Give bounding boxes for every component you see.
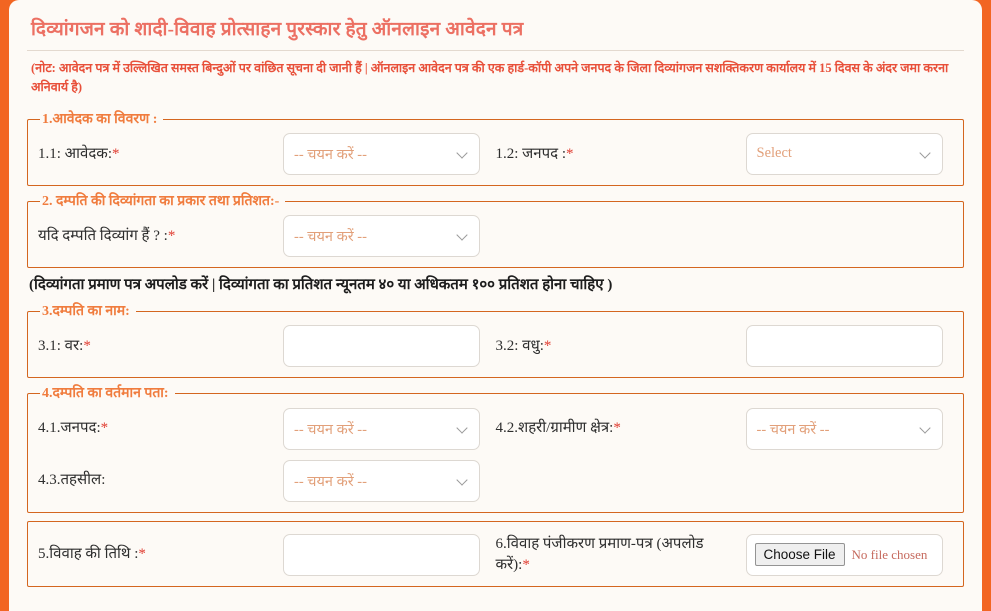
form-field-left: 3.1: वर:*: [38, 325, 496, 368]
required-marker: *: [167, 228, 176, 245]
form-field-right: 4.2.शहरी/ग्रामीण क्षेत्र:* -- चयन करें --: [496, 407, 954, 450]
section-legend: 4.दम्पति का वर्तमान पता:: [42, 386, 169, 402]
field-label-text: 1.1: आवेदक:: [38, 145, 112, 162]
field-control: [283, 533, 496, 576]
form-field-right: 6.विवाह पंजीकरण प्रमाण-पत्र (अपलोड करें)…: [496, 533, 954, 576]
field-control: Select: [745, 132, 954, 175]
field-label-text: यदि दम्पति दिव्यांग हैं ? :: [38, 228, 168, 245]
chevron-down-icon: [457, 230, 469, 242]
field-control: -- चयन करें --: [283, 407, 496, 450]
section-3: 3.दम्पति का नाम: 3.1: वर:* 3.2: वधु:*: [27, 303, 964, 379]
field-label-text: 4.3.तहसील:: [38, 472, 106, 489]
page-title: दिव्यांगजन को शादी-विवाह प्रोत्साहन पुरस…: [31, 19, 524, 40]
form-sections: 1.आवेदक का विवरण :1.1: आवेदक:* -- चयन करे…: [25, 111, 966, 587]
section-legend: 3.दम्पति का नाम:: [42, 303, 130, 319]
form-row: 3.1: वर:* 3.2: वधु:*: [38, 325, 954, 368]
required-marker: *: [522, 556, 530, 573]
form-field-right: [496, 215, 954, 257]
form-row: 4.1.जनपद:* -- चयन करें -- 4.2.शहरी/ग्रामीण…: [38, 407, 954, 450]
form-row: यदि दम्पति दिव्यांग हैं ? :* -- चयन करें …: [38, 215, 954, 258]
form-field-right: 3.2: वधु:*: [496, 325, 954, 368]
form-field-right: 1.2: जनपद :* Select: [496, 132, 954, 175]
form-field-left: 4.1.जनपद:* -- चयन करें --: [38, 407, 496, 450]
required-marker: *: [613, 420, 621, 437]
field-label: 3.2: वधु:*: [496, 336, 746, 356]
required-marker: *: [100, 420, 109, 437]
select-left-1-0[interactable]: -- चयन करें --: [283, 215, 480, 258]
page-shell: दिव्यांगजन को शादी-विवाह प्रोत्साहन पुरस…: [0, 0, 991, 611]
field-label-text: 4.2.शहरी/ग्रामीण क्षेत्र:: [495, 420, 614, 437]
chevron-down-icon: [457, 475, 469, 487]
form-field-right: [496, 460, 954, 502]
field-control: Choose File No file chosen: [745, 533, 954, 576]
file-status-text: No file chosen: [851, 546, 928, 562]
form-field-left: 4.3.तहसील: -- चयन करें --: [38, 459, 496, 502]
section-1: 1.आवेदक का विवरण :1.1: आवेदक:* -- चयन करे…: [27, 111, 964, 186]
section-legend: 1.आवेदक का विवरण :: [42, 111, 158, 127]
form-panel: दिव्यांगजन को शादी-विवाह प्रोत्साहन पुरस…: [9, 0, 982, 611]
field-label: 3.1: वर:*: [38, 336, 283, 356]
text-input-left-2-0[interactable]: [283, 325, 480, 368]
required-marker: *: [138, 546, 146, 563]
text-input-left-4-0[interactable]: [283, 533, 480, 576]
field-label-text: 5.विवाह की तिथि :: [38, 546, 139, 563]
field-label: 4.2.शहरी/ग्रामीण क्षेत्र:*: [496, 418, 746, 438]
select-value: -- चयन करें --: [294, 421, 367, 438]
field-label-text: 1.2: जनपद :: [495, 145, 567, 162]
field-label-text: 3.1: वर:: [38, 338, 84, 355]
form-field-left: 5.विवाह की तिथि :*: [38, 533, 496, 576]
required-marker: *: [566, 145, 574, 162]
form-note: (नोट: आवेदन पत्र में उल्लिखित समस्त बिन्…: [31, 60, 949, 95]
select-right-3-0[interactable]: -- चयन करें --: [745, 407, 943, 450]
form-row: 1.1: आवेदक:* -- चयन करें -- 1.2: जनपद :* Se…: [38, 132, 954, 175]
select-left-0-0[interactable]: -- चयन करें --: [283, 132, 480, 175]
form-field-left: 1.1: आवेदक:* -- चयन करें --: [38, 132, 496, 175]
select-value: -- चयन करें --: [294, 229, 367, 246]
select-value: Select: [756, 145, 792, 162]
field-control: [283, 325, 496, 368]
field-control: -- चयन करें --: [283, 459, 496, 502]
title-divider: [27, 49, 964, 51]
field-label: 5.विवाह की तिथि :*: [38, 544, 283, 564]
section-legend: 2. दम्पति की दिव्यांगता का प्रकार तथा प्…: [42, 193, 280, 209]
field-label: 6.विवाह पंजीकरण प्रमाण-पत्र (अपलोड करें)…: [496, 534, 746, 575]
chevron-down-icon: [457, 423, 469, 435]
select-right-0-0[interactable]: Select: [745, 132, 943, 175]
form-row: 5.विवाह की तिथि :* 6.विवाह पंजीकरण प्रमाण…: [38, 533, 954, 576]
section-2: 2. दम्पति की दिव्यांगता का प्रकार तथा प्…: [27, 193, 964, 269]
required-marker: *: [112, 145, 120, 162]
field-label-text: 3.2: वधु:: [495, 338, 544, 355]
select-value: -- चयन करें --: [756, 421, 830, 438]
chevron-down-icon: [457, 148, 469, 160]
field-control: -- चयन करें --: [283, 132, 496, 175]
form-row: 4.3.तहसील: -- चयन करें --: [38, 459, 954, 502]
select-left-3-0[interactable]: -- चयन करें --: [283, 407, 480, 450]
field-control: -- चयन करें --: [283, 215, 496, 258]
field-label-text: 4.1.जनपद:: [38, 420, 101, 437]
required-marker: *: [83, 338, 91, 355]
select-left-3-1[interactable]: -- चयन करें --: [283, 459, 480, 502]
section-4: 4.दम्पति का वर्तमान पता: 4.1.जनपद:* -- चयन…: [27, 386, 964, 513]
field-label: 4.3.तहसील:: [38, 470, 283, 490]
disability-certificate-note: (दिव्यांगता प्रमाण पत्र अपलोड करें | दिव…: [29, 277, 613, 294]
required-marker: *: [543, 338, 552, 355]
select-value: -- चयन करें --: [294, 146, 367, 163]
field-control: -- चयन करें --: [745, 407, 954, 450]
chevron-down-icon: [920, 423, 932, 435]
field-control: [745, 325, 954, 368]
chevron-down-icon: [920, 148, 932, 160]
file-input[interactable]: Choose File No file chosen: [745, 533, 943, 576]
field-label: 4.1.जनपद:*: [38, 418, 283, 438]
form-field-left: यदि दम्पति दिव्यांग हैं ? :* -- चयन करें …: [38, 215, 496, 258]
field-label: यदि दम्पति दिव्यांग हैं ? :*: [38, 226, 283, 246]
section-5: 5.विवाह की तिथि :* 6.विवाह पंजीकरण प्रमाण…: [27, 520, 964, 587]
select-value: -- चयन करें --: [294, 473, 367, 490]
choose-file-button[interactable]: Choose File: [754, 543, 845, 567]
field-label: 1.2: जनपद :*: [496, 144, 746, 164]
text-input-right-2-0[interactable]: [745, 325, 943, 368]
field-label: 1.1: आवेदक:*: [38, 144, 283, 164]
